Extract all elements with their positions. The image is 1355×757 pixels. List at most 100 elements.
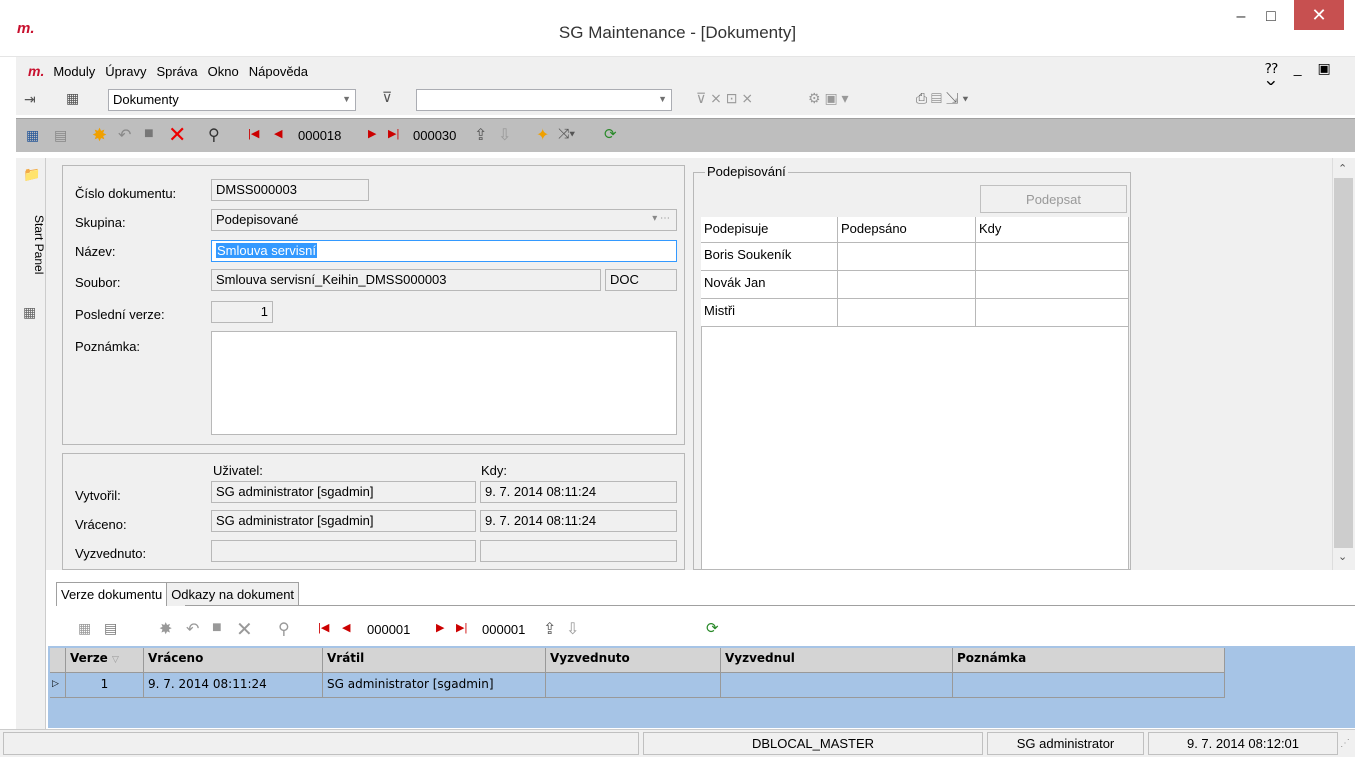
filter-combo[interactable]: ▼ bbox=[416, 89, 672, 111]
nazev-input[interactable]: Smlouva servisní bbox=[211, 240, 677, 262]
delete-icon[interactable]: ✕ bbox=[168, 122, 186, 148]
new-record-icon[interactable]: ✸ bbox=[159, 619, 172, 639]
module-combo[interactable]: Dokumenty ▼ bbox=[108, 89, 356, 111]
export-icon[interactable]: ⇩ bbox=[566, 619, 579, 639]
undo-icon[interactable]: ↶ bbox=[118, 125, 131, 145]
signing-cell[interactable] bbox=[838, 243, 976, 271]
resize-grip-icon[interactable]: ⋰ bbox=[1340, 738, 1350, 749]
signing-cell[interactable]: Novák Jan bbox=[701, 271, 838, 299]
skupina-field[interactable]: Podepisované ▾ ⋯ bbox=[211, 209, 677, 231]
panel-icon[interactable]: ▦ bbox=[23, 304, 36, 321]
window-title: SG Maintenance - [Dokumenty] bbox=[558, 23, 797, 42]
first-record-icon[interactable]: |◀ bbox=[318, 621, 329, 634]
print-icon[interactable]: ⎙ ▤ ⇲ ▾ bbox=[916, 90, 968, 107]
vytvoril-when: 9. 7. 2014 08:11:24 bbox=[480, 481, 677, 503]
table-cell[interactable]: SG administrator [sgadmin] bbox=[323, 673, 546, 698]
tab-odkazy-na-dokument[interactable]: Odkazy na dokument bbox=[167, 582, 300, 606]
menu-upravy[interactable]: Úpravy bbox=[100, 64, 151, 79]
form-view-icon[interactable]: ▤ bbox=[104, 620, 117, 637]
grid-view-icon[interactable]: ▦ bbox=[26, 127, 39, 144]
module-toolbar: ⇥ ▦ Dokumenty ▼ ⊽ ▼ ⊽ ⨯ ⊡ ⨯ ⚙ ▣ ▾ ⎙ ▤ ⇲ … bbox=[16, 85, 1355, 115]
row-indicator-icon[interactable]: ▷ bbox=[50, 673, 66, 698]
scroll-down-icon[interactable]: ⌄ bbox=[1338, 550, 1347, 563]
import-icon[interactable]: ⇪ bbox=[543, 619, 556, 639]
nazev-label: Název: bbox=[75, 244, 116, 259]
binoculars-icon[interactable]: ⚲ bbox=[208, 125, 220, 145]
signing-col-podepsano[interactable]: Podepsáno bbox=[838, 217, 976, 243]
posledni-verze-label: Poslední verze: bbox=[75, 307, 165, 322]
table-cell[interactable] bbox=[546, 673, 721, 698]
scroll-up-icon[interactable]: ⌃ bbox=[1338, 162, 1347, 175]
settings-icon[interactable]: ⚙ ▣ ▾ bbox=[808, 90, 849, 107]
import-icon[interactable]: ⇪ bbox=[474, 125, 487, 145]
col-poznamka[interactable]: Poznámka bbox=[953, 648, 1225, 673]
chevron-down-icon[interactable]: ▾ ⋯ bbox=[652, 213, 670, 224]
menu-sprava[interactable]: Správa bbox=[151, 64, 202, 79]
signing-col-podepisuje[interactable]: Podepisuje bbox=[701, 217, 838, 243]
col-vyzvednuto[interactable]: Vyzvednuto bbox=[546, 648, 721, 673]
grid-icon[interactable]: ▦ bbox=[66, 90, 79, 107]
kdy-header: Kdy: bbox=[481, 463, 508, 478]
tab-verze-dokumentu[interactable]: Verze dokumentu bbox=[56, 582, 168, 606]
signing-cell[interactable] bbox=[976, 299, 1129, 327]
poznamka-textarea[interactable] bbox=[211, 331, 677, 435]
maximize-button[interactable]: □ bbox=[1254, 0, 1288, 34]
export-icon[interactable]: ⇩ bbox=[498, 125, 511, 145]
prev-record-icon[interactable]: ◀ bbox=[342, 621, 350, 634]
exit-icon[interactable]: ⇥ bbox=[24, 91, 36, 108]
binoculars-icon[interactable]: ⚲ bbox=[278, 619, 290, 639]
form-view-icon[interactable]: ▤ bbox=[54, 127, 67, 144]
tools-icon[interactable]: ⤨▾ bbox=[558, 125, 575, 142]
prev-record-icon[interactable]: ◀ bbox=[274, 127, 282, 140]
col-vraceno[interactable]: Vráceno bbox=[144, 648, 323, 673]
table-cell[interactable] bbox=[721, 673, 953, 698]
signing-col-kdy[interactable]: Kdy bbox=[976, 217, 1129, 243]
table-cell[interactable]: 9. 7. 2014 08:11:24 bbox=[144, 673, 323, 698]
refresh-icon[interactable]: ⟳ bbox=[604, 125, 617, 143]
signing-cell[interactable] bbox=[976, 271, 1129, 299]
module-combo-value: Dokumenty bbox=[113, 92, 179, 107]
table-cell[interactable]: 1 bbox=[66, 673, 144, 698]
filter-icon[interactable]: ⊽ bbox=[382, 89, 392, 106]
undo-icon[interactable]: ↶ bbox=[186, 619, 199, 639]
folder-icon[interactable]: 📁 bbox=[23, 166, 40, 183]
menu-moduly[interactable]: Moduly bbox=[48, 64, 100, 79]
grid-view-icon[interactable]: ▦ bbox=[78, 620, 91, 637]
vyzvednuto-label: Vyzvednuto: bbox=[75, 546, 147, 561]
last-record-icon[interactable]: ▶| bbox=[456, 621, 467, 634]
close-button[interactable]: ✕ bbox=[1294, 0, 1344, 30]
sort-icon: ▽ bbox=[112, 655, 119, 665]
signing-cell[interactable]: Boris Soukeník bbox=[701, 243, 838, 271]
navigation-toolbar: ▦ ▤ ✸ ↶ ■ ✕ ⚲ |◀ ◀ 000018 ▶ ▶| 000030 ⇪ … bbox=[16, 118, 1355, 152]
menu-napoveda[interactable]: Nápověda bbox=[244, 64, 313, 79]
signing-cell[interactable] bbox=[838, 271, 976, 299]
detail-tabs: Verze dokumentu Odkazy na dokument bbox=[56, 582, 300, 606]
wizard-icon[interactable]: ✦ bbox=[536, 125, 549, 145]
menu-okno[interactable]: Okno bbox=[203, 64, 244, 79]
start-panel-tab[interactable]: Start Panel bbox=[16, 215, 46, 274]
minimize-button[interactable]: – bbox=[1228, 0, 1254, 34]
sign-button[interactable]: Podepsat bbox=[980, 185, 1127, 213]
refresh-icon[interactable]: ⟳ bbox=[706, 619, 719, 637]
soubor-label: Soubor: bbox=[75, 275, 121, 290]
save-icon[interactable]: ■ bbox=[212, 619, 222, 637]
filter-tools-icon[interactable]: ⊽ ⨯ ⊡ ⨯ bbox=[696, 90, 753, 107]
table-cell[interactable] bbox=[953, 673, 1225, 698]
signing-title: Podepisování bbox=[705, 164, 788, 179]
col-vratil[interactable]: Vrátil bbox=[323, 648, 546, 673]
save-icon[interactable]: ■ bbox=[144, 125, 154, 143]
col-vyzvednul[interactable]: Vyzvednul bbox=[721, 648, 953, 673]
new-record-icon[interactable]: ✸ bbox=[92, 125, 107, 146]
scrollbar-thumb[interactable] bbox=[1334, 178, 1353, 548]
col-verze-label: Verze bbox=[70, 651, 108, 665]
delete-icon[interactable]: ✕ bbox=[236, 617, 253, 642]
last-record-icon[interactable]: ▶| bbox=[388, 127, 399, 140]
status-bar: DBLOCAL_MASTER SG administrator 9. 7. 20… bbox=[0, 729, 1355, 757]
next-record-icon[interactable]: ▶ bbox=[368, 127, 376, 140]
signing-cell[interactable] bbox=[838, 299, 976, 327]
first-record-icon[interactable]: |◀ bbox=[248, 127, 259, 140]
signing-cell[interactable]: Mistři bbox=[701, 299, 838, 327]
col-verze[interactable]: Verze ▽ bbox=[66, 648, 144, 673]
signing-cell[interactable] bbox=[976, 243, 1129, 271]
next-record-icon[interactable]: ▶ bbox=[436, 621, 444, 634]
